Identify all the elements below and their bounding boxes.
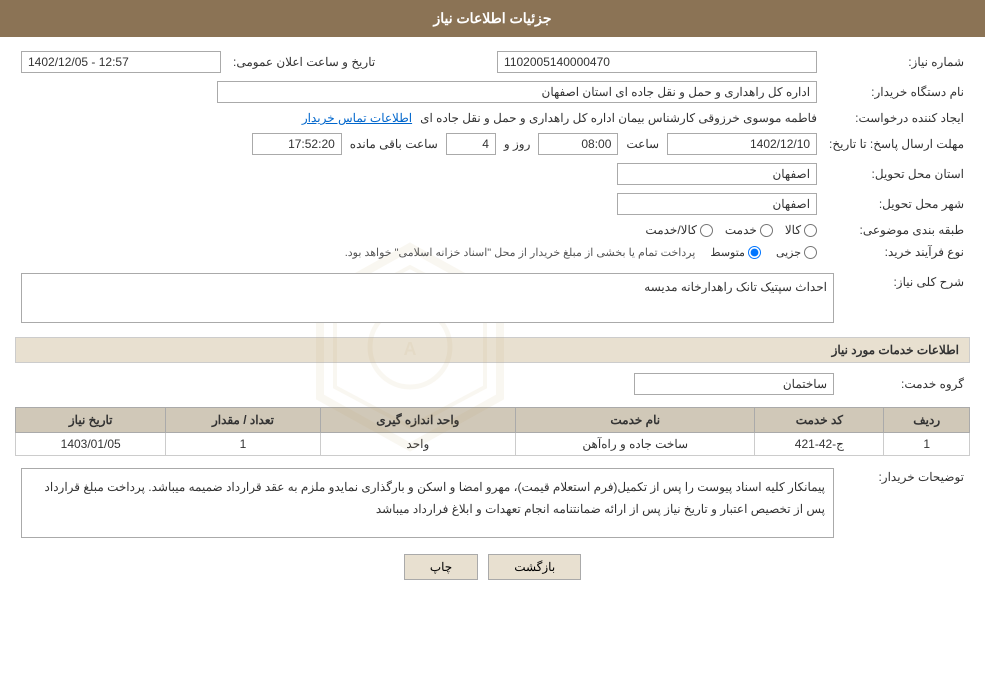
table-row: 1ج-42-421ساخت جاده و راه‌آهنواحد11403/01… <box>16 433 970 456</box>
category-goods[interactable]: کالا <box>785 223 817 237</box>
creator-label: ایجاد کننده درخواست: <box>823 107 970 129</box>
category-label: طبقه بندی موضوعی: <box>823 219 970 241</box>
page-header: جزئیات اطلاعات نیاز <box>0 0 985 37</box>
need-number-label: شماره نیاز: <box>823 47 970 77</box>
province-label: استان محل تحویل: <box>823 159 970 189</box>
category-service[interactable]: خدمت <box>725 223 773 237</box>
deadline-remaining-label: ساعت باقی مانده <box>350 137 438 151</box>
services-table: ردیف کد خدمت نام خدمت واحد اندازه گیری ت… <box>15 407 970 456</box>
city-value: اصفهان <box>617 193 817 215</box>
cell-quantity: 1 <box>166 433 320 456</box>
deadline-days: 4 <box>446 133 496 155</box>
deadline-time-label: ساعت <box>626 137 659 151</box>
category-goods-service[interactable]: کالا/خدمت <box>645 223 712 237</box>
buyer-org-label: نام دستگاه خریدار: <box>823 77 970 107</box>
purchase-description: پرداخت تمام یا بخشی از مبلغ خریدار از مح… <box>345 246 696 259</box>
need-description-label: شرح کلی نیاز: <box>840 269 970 327</box>
col-quantity: تعداد / مقدار <box>166 408 320 433</box>
creator-contact-link[interactable]: اطلاعات تماس خریدار <box>302 111 412 125</box>
cell-unit: واحد <box>320 433 516 456</box>
creator-value: فاطمه موسوی خرزوقی کارشناس بیمان اداره ک… <box>420 111 817 125</box>
need-description-value: احداث سپتیک تانک راهدارخانه مدیسه <box>21 273 834 323</box>
purchase-type-label: نوع فرآیند خرید: <box>823 241 970 263</box>
buyer-notes-label: توضیحات خریدار: <box>840 464 970 542</box>
col-unit: واحد اندازه گیری <box>320 408 516 433</box>
buyer-notes-value: پیمانکار کلیه اسناد پیوست را پس از تکمیل… <box>21 468 834 538</box>
col-row-num: ردیف <box>884 408 970 433</box>
need-number-value: 1102005140000470 <box>497 51 817 73</box>
purchase-partial[interactable]: جزیی <box>776 246 817 259</box>
print-button[interactable]: چاپ <box>404 554 478 580</box>
back-button[interactable]: بازگشت <box>488 554 581 580</box>
deadline-date: 1402/12/10 <box>667 133 817 155</box>
col-service-code: کد خدمت <box>755 408 884 433</box>
deadline-days-label: روز و <box>504 137 531 151</box>
cell-row: 1 <box>884 433 970 456</box>
service-group-label: گروه خدمت: <box>840 369 970 399</box>
cell-date: 1403/01/05 <box>16 433 166 456</box>
province-value: اصفهان <box>617 163 817 185</box>
action-buttons: بازگشت چاپ <box>15 542 970 592</box>
deadline-time: 08:00 <box>538 133 618 155</box>
cell-name: ساخت جاده و راه‌آهن <box>516 433 755 456</box>
buyer-org-value: اداره کل راهداری و حمل و نقل جاده ای است… <box>217 81 817 103</box>
services-section-title: اطلاعات خدمات مورد نیاز <box>15 337 970 363</box>
announce-date-value: 1402/12/05 - 12:57 <box>21 51 221 73</box>
page-title: جزئیات اطلاعات نیاز <box>433 10 551 26</box>
col-service-name: نام خدمت <box>516 408 755 433</box>
purchase-medium[interactable]: متوسط <box>710 246 761 259</box>
deadline-label: مهلت ارسال پاسخ: تا تاریخ: <box>823 129 970 159</box>
city-label: شهر محل تحویل: <box>823 189 970 219</box>
cell-code: ج-42-421 <box>755 433 884 456</box>
col-need-date: تاریخ نیاز <box>16 408 166 433</box>
service-group-value: ساختمان <box>634 373 834 395</box>
deadline-remaining: 17:52:20 <box>252 133 342 155</box>
announce-date-label: تاریخ و ساعت اعلان عمومی: <box>227 47 381 77</box>
